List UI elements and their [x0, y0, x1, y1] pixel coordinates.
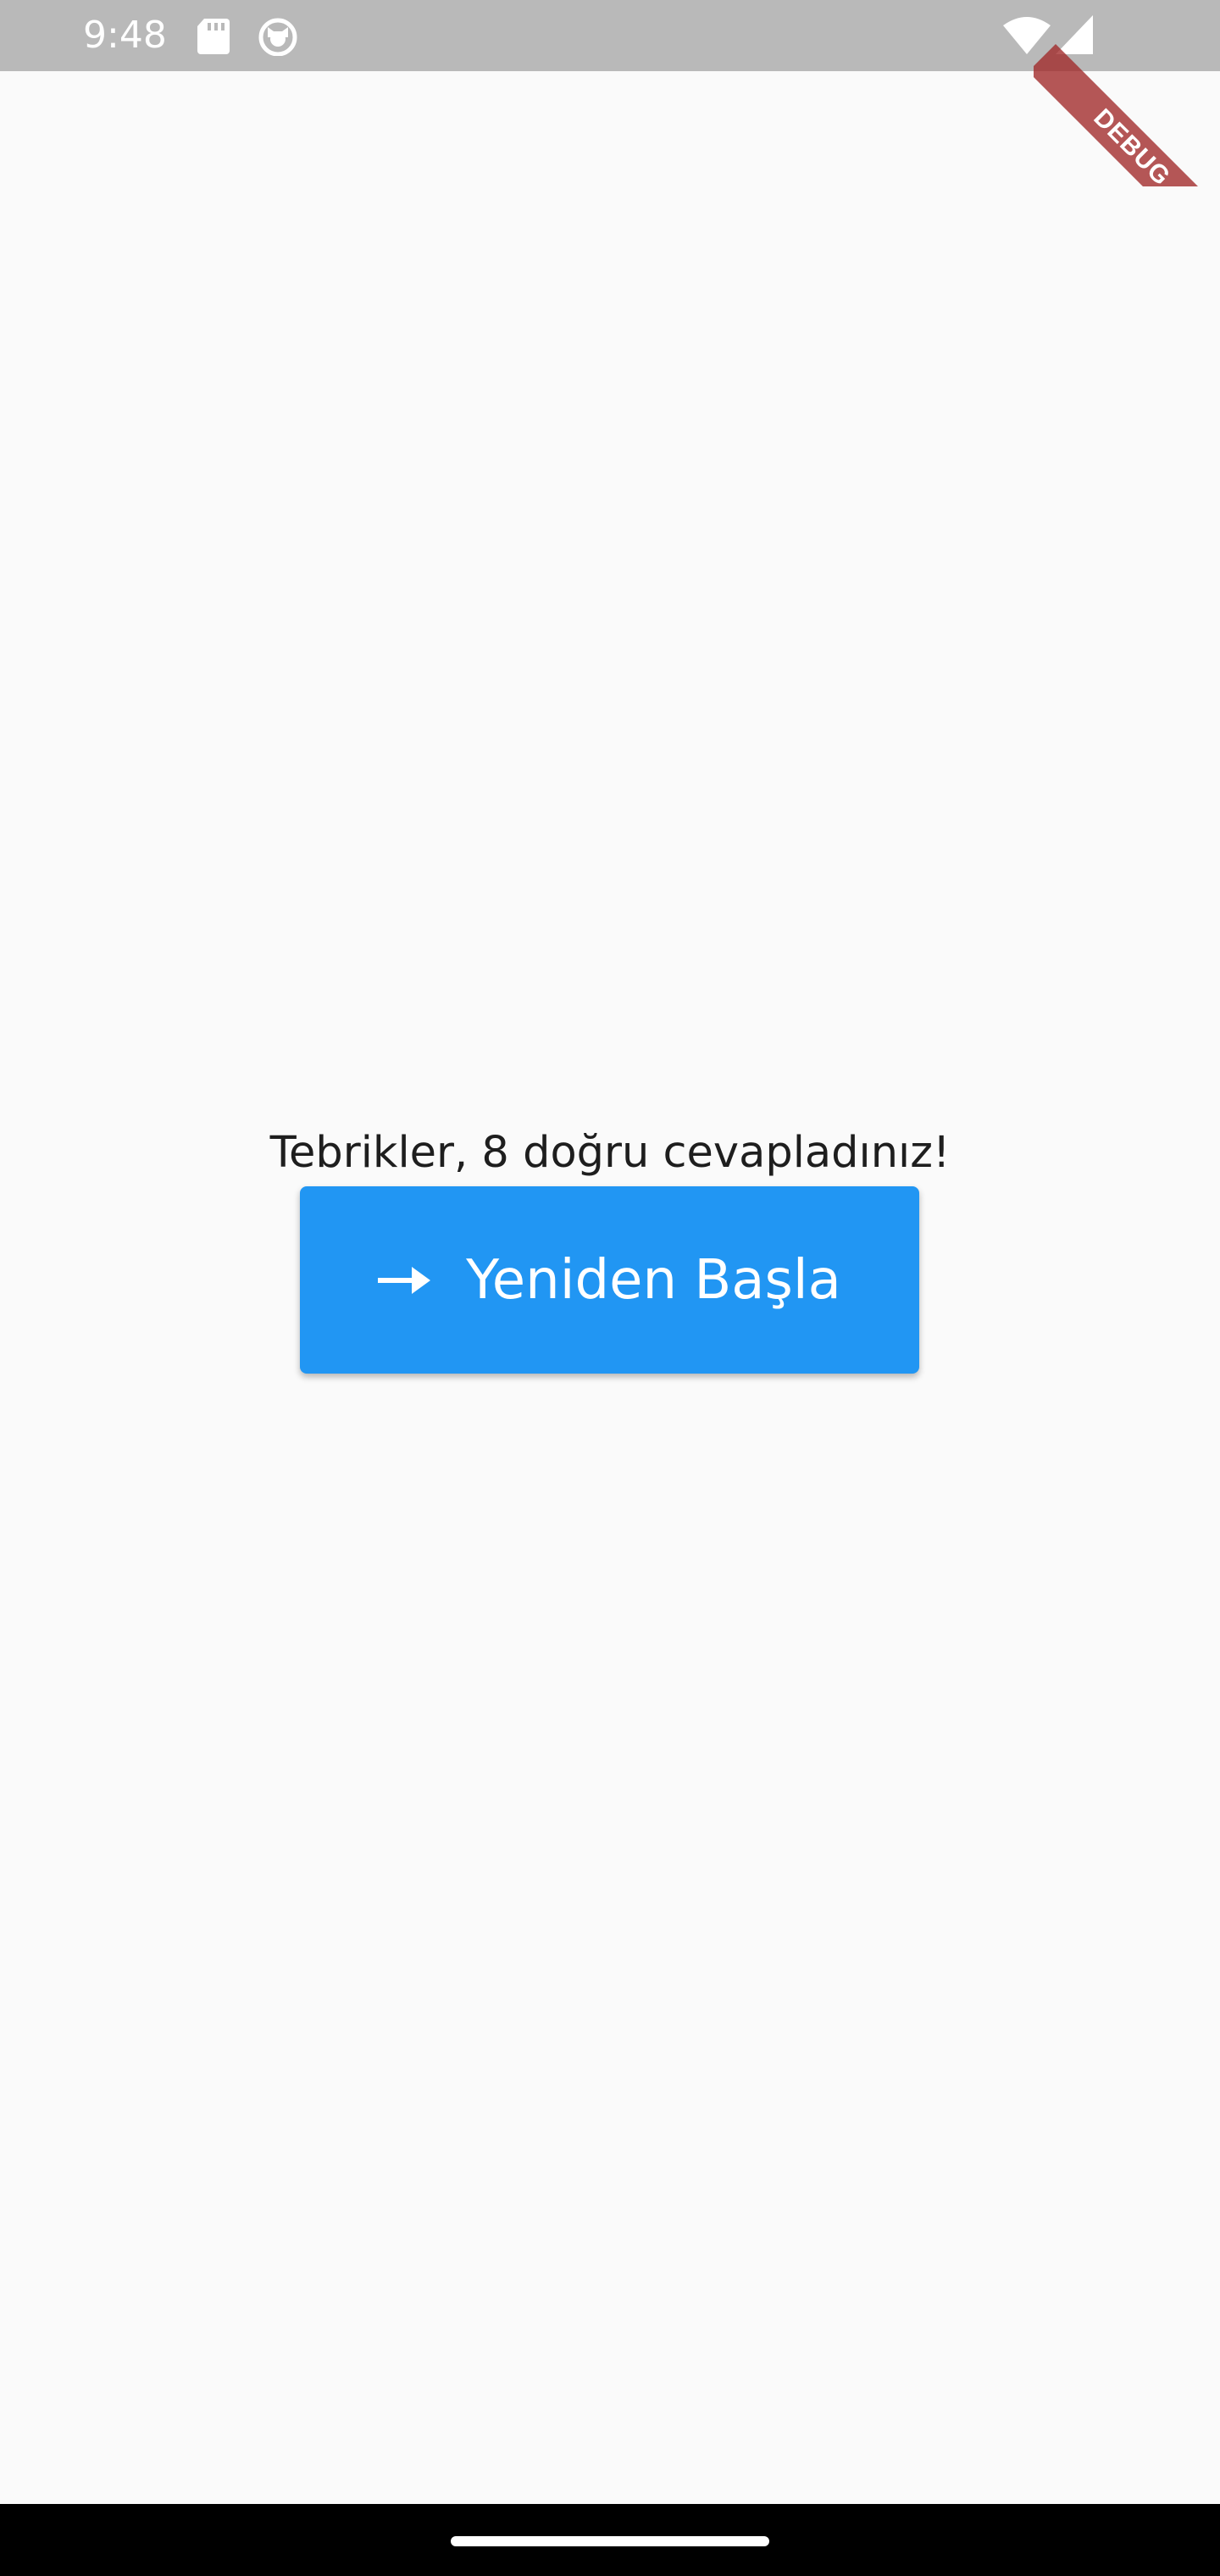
- navigation-bar: [0, 2504, 1220, 2576]
- status-bar: 9:48: [0, 0, 1220, 71]
- status-time: 9:48: [83, 14, 167, 57]
- cell-signal-icon: [1056, 15, 1093, 54]
- sd-card-icon: [197, 19, 230, 54]
- restart-button[interactable]: Yeniden Başla: [300, 1186, 919, 1374]
- cat-icon: [258, 18, 297, 56]
- wifi-icon: [1003, 17, 1051, 54]
- home-indicator[interactable]: [451, 2536, 769, 2546]
- result-message: Tebrikler, 8 doğru cevapladınız!: [269, 1128, 951, 1178]
- restart-button-label: Yeniden Başla: [466, 1248, 841, 1312]
- arrow-forward-icon: [378, 1266, 431, 1294]
